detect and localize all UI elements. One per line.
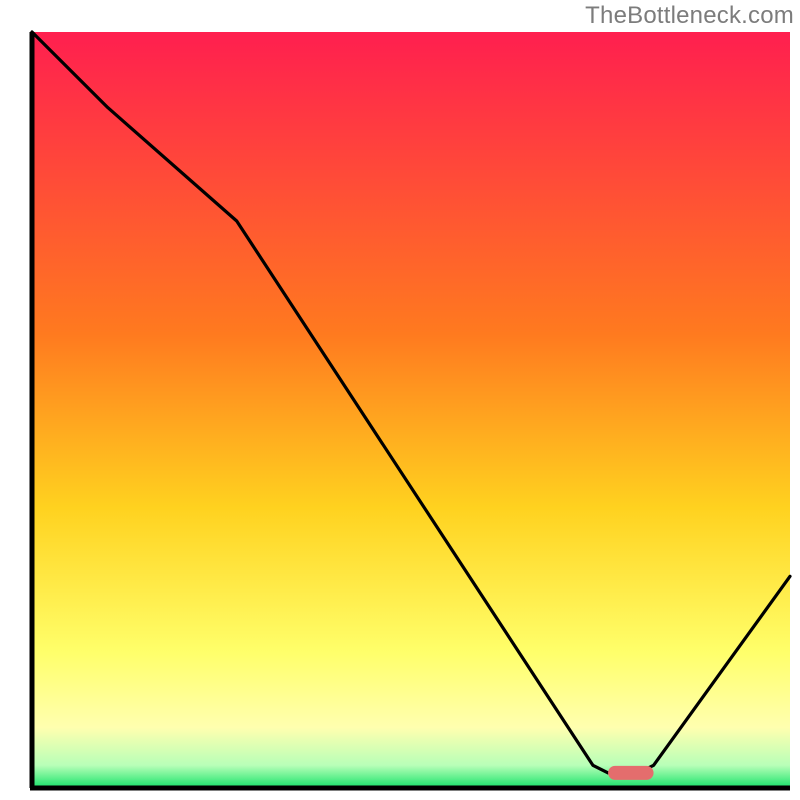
- bottleneck-chart: [0, 0, 800, 800]
- optimal-marker: [608, 766, 653, 780]
- chart-background: [32, 32, 790, 788]
- watermark-text: TheBottleneck.com: [585, 2, 794, 30]
- chart-frame: TheBottleneck.com: [0, 0, 800, 800]
